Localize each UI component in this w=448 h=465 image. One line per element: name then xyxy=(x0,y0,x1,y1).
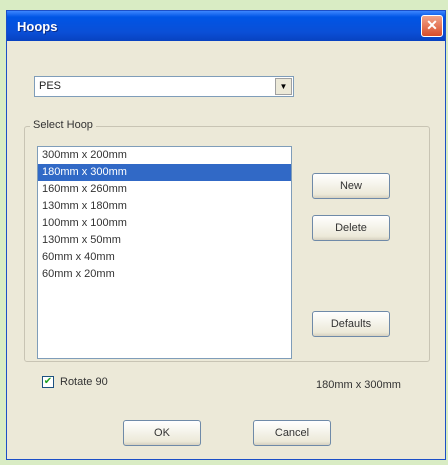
format-dropdown[interactable]: PES ▼ xyxy=(34,76,294,97)
list-item[interactable]: 180mm x 300mm xyxy=(38,164,291,181)
list-item[interactable]: 300mm x 200mm xyxy=(38,147,291,164)
ok-button[interactable]: OK xyxy=(123,420,201,446)
new-button[interactable]: New xyxy=(312,173,390,199)
list-item[interactable]: 100mm x 100mm xyxy=(38,215,291,232)
list-item[interactable]: 130mm x 180mm xyxy=(38,198,291,215)
rotate-90-option[interactable]: ✔ Rotate 90 xyxy=(42,376,108,389)
title-bar[interactable]: Hoops ✕ xyxy=(7,11,445,41)
list-item[interactable]: 60mm x 20mm xyxy=(38,266,291,283)
list-item[interactable]: 60mm x 40mm xyxy=(38,249,291,266)
select-hoop-label: Select Hoop xyxy=(30,119,96,131)
close-button[interactable]: ✕ xyxy=(421,15,443,37)
rotate-90-label: Rotate 90 xyxy=(60,376,108,388)
hoop-list[interactable]: 300mm x 200mm 180mm x 300mm 160mm x 260m… xyxy=(37,146,292,359)
dialog-title: Hoops xyxy=(17,19,58,34)
delete-button[interactable]: Delete xyxy=(312,215,390,241)
selected-size-readout: 180mm x 300mm xyxy=(316,379,401,391)
format-dropdown-value: PES xyxy=(39,80,62,92)
list-item[interactable]: 160mm x 260mm xyxy=(38,181,291,198)
close-icon: ✕ xyxy=(426,17,438,33)
list-item[interactable]: 130mm x 50mm xyxy=(38,232,291,249)
chevron-down-icon[interactable]: ▼ xyxy=(275,78,292,95)
cancel-button[interactable]: Cancel xyxy=(253,420,331,446)
defaults-button[interactable]: Defaults xyxy=(312,311,390,337)
rotate-90-checkbox[interactable]: ✔ xyxy=(42,376,54,389)
